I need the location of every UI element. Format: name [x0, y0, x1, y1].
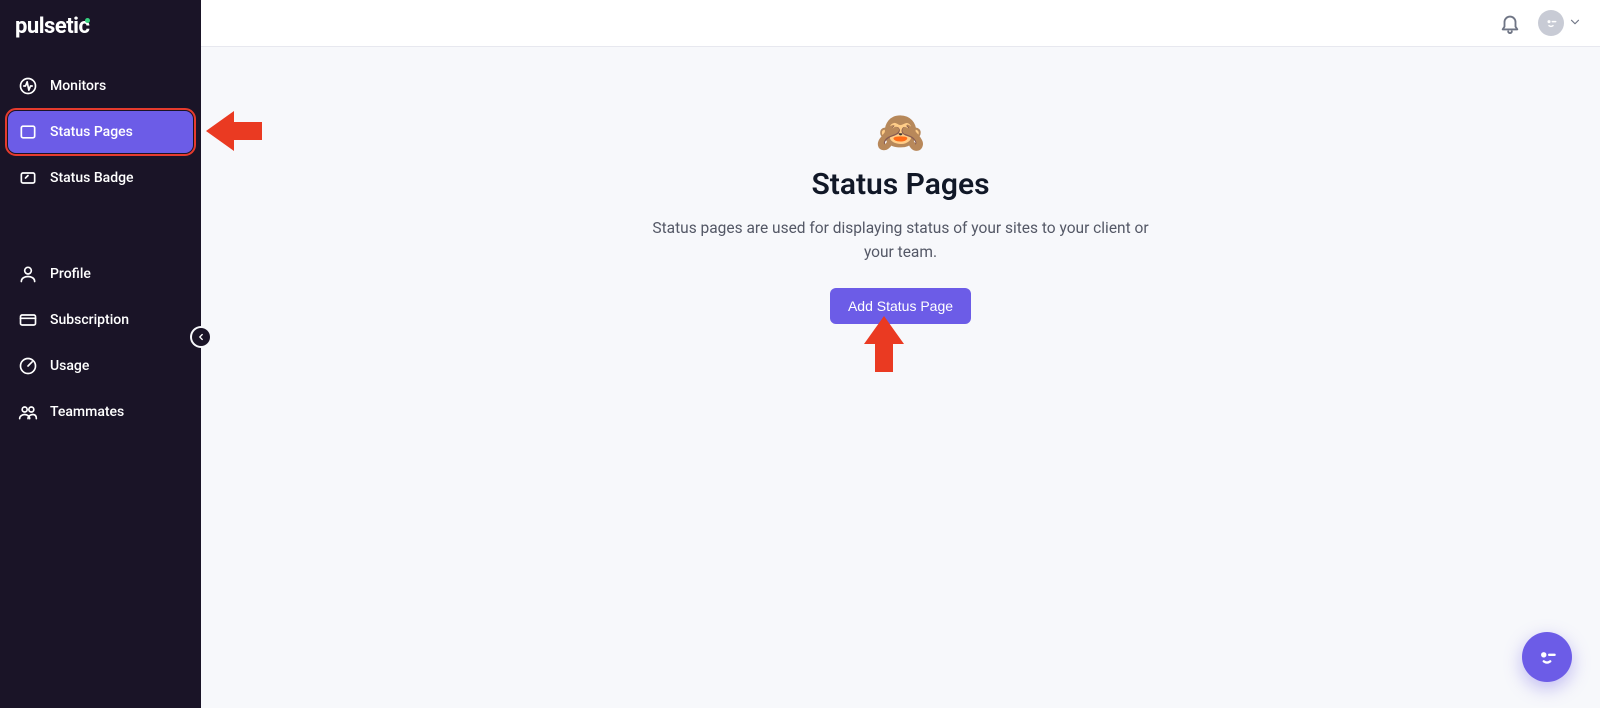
user-menu-button[interactable] [1538, 10, 1582, 36]
sidebar-item-status-badge[interactable]: Status Badge [8, 157, 193, 199]
sidebar-item-label: Usage [50, 358, 89, 374]
notifications-button[interactable] [1496, 9, 1524, 37]
sidebar: pulsetic Monitors Status Pages Status Ba… [0, 0, 201, 708]
add-status-page-button[interactable]: Add Status Page [830, 288, 971, 324]
gauge-icon [18, 356, 38, 376]
sidebar-item-profile[interactable]: Profile [8, 253, 193, 295]
page-title: Status Pages [811, 167, 989, 202]
sidebar-item-label: Status Badge [50, 170, 134, 186]
topbar [201, 0, 1600, 47]
monkey-emoji-icon: 🙈 [876, 113, 926, 153]
sidebar-item-label: Profile [50, 266, 91, 282]
badge-icon [18, 168, 38, 188]
avatar-face-icon [1543, 15, 1559, 31]
bell-icon [1499, 12, 1521, 34]
page-description: Status pages are used for displaying sta… [641, 216, 1161, 264]
sidebar-item-subscription[interactable]: Subscription [8, 299, 193, 341]
page-icon [18, 122, 38, 142]
sidebar-item-label: Subscription [50, 312, 129, 328]
sidebar-item-usage[interactable]: Usage [8, 345, 193, 387]
nav-group-primary: Monitors Status Pages Status Badge [0, 57, 201, 211]
nav-group-secondary: Profile Subscription Usage Teammates [0, 245, 201, 445]
sidebar-item-monitors[interactable]: Monitors [8, 65, 193, 107]
card-icon [18, 310, 38, 330]
sidebar-item-label: Monitors [50, 78, 106, 94]
sidebar-item-status-pages[interactable]: Status Pages [8, 111, 193, 153]
user-icon [18, 264, 38, 284]
pulse-icon [18, 76, 38, 96]
chevron-down-icon [1568, 14, 1582, 33]
brand-logo[interactable]: pulsetic [0, 0, 201, 57]
avatar [1538, 10, 1564, 36]
sidebar-item-teammates[interactable]: Teammates [8, 391, 193, 433]
sidebar-item-label: Teammates [50, 404, 124, 420]
sidebar-item-label: Status Pages [50, 124, 133, 140]
chat-face-icon [1534, 644, 1560, 670]
empty-state: 🙈 Status Pages Status pages are used for… [201, 47, 1600, 708]
chat-widget-button[interactable] [1522, 632, 1572, 682]
users-icon [18, 402, 38, 422]
main: 🙈 Status Pages Status pages are used for… [201, 0, 1600, 708]
brand-dot [85, 18, 90, 23]
brand-name: pulsetic [15, 14, 89, 39]
